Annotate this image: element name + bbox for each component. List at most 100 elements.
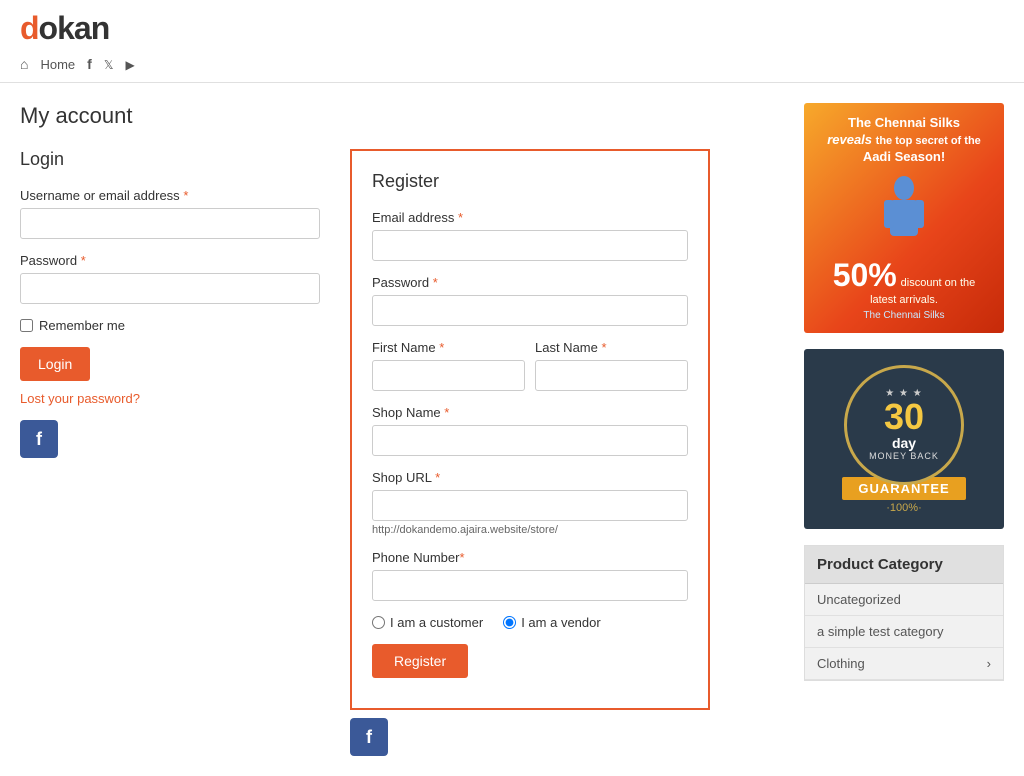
remember-me-checkbox[interactable]	[20, 319, 33, 332]
ad-title: The Chennai Silks reveals the top secret…	[827, 115, 981, 166]
phone-label: Phone Number*	[372, 550, 688, 565]
product-category-title: Product Category	[805, 546, 1003, 584]
category-uncategorized[interactable]: Uncategorized	[805, 584, 1003, 615]
list-item: Uncategorized	[805, 584, 1003, 616]
customer-radio[interactable]	[372, 616, 385, 629]
ad-person-svg	[874, 174, 934, 254]
register-password-label: Password *	[372, 275, 688, 290]
login-password-label: Password *	[20, 253, 320, 268]
username-label: Username or email address *	[20, 188, 320, 203]
shop-name-label: Shop Name *	[372, 405, 688, 420]
remember-me-label: Remember me	[39, 318, 125, 333]
last-name-input[interactable]	[535, 360, 688, 391]
login-column: Login Username or email address * Passwo…	[20, 149, 320, 756]
main-wrapper: My account Login Username or email addre…	[0, 83, 1024, 776]
logo-d: d	[20, 10, 39, 46]
account-columns: Login Username or email address * Passwo…	[20, 149, 784, 756]
shop-name-required: *	[444, 405, 449, 420]
badge-day-text: day	[892, 435, 916, 451]
email-required: *	[458, 210, 463, 225]
shop-url-input[interactable]	[372, 490, 688, 521]
register-facebook-button[interactable]: f	[350, 718, 388, 756]
shop-url-required: *	[435, 470, 440, 485]
product-category-box: Product Category Uncategorized a simple …	[804, 545, 1004, 681]
ad-discount: 50% discount on the	[827, 257, 981, 294]
register-button[interactable]: Register	[372, 644, 468, 678]
nav-youtube-link[interactable]	[126, 56, 135, 72]
product-category-list: Uncategorized a simple test category Clo…	[805, 584, 1003, 680]
category-simple-test[interactable]: a simple test category	[805, 616, 1003, 647]
shop-url-hint: http://dokandemo.ajaira.website/store/	[372, 524, 688, 536]
login-facebook-button[interactable]: f	[20, 420, 58, 458]
shop-url-group: Shop URL * http://dokandemo.ajaira.websi…	[372, 470, 688, 536]
last-name-required: *	[602, 340, 607, 355]
vendor-radio[interactable]	[503, 616, 516, 629]
login-section-title: Login	[20, 149, 320, 170]
username-group: Username or email address *	[20, 188, 320, 239]
site-header: dokan Home	[0, 0, 1024, 83]
ad-arrivals: latest arrivals.	[827, 294, 981, 306]
guarantee-box: ★ ★ ★ 30 day MONEY BACK GUARANTEE ·100%·	[804, 349, 1004, 529]
register-column: Register Email address * Password *	[350, 149, 710, 756]
badge-circle: ★ ★ ★ 30 day MONEY BACK	[844, 365, 964, 485]
first-name-label: First Name *	[372, 340, 525, 355]
vendor-label: I am a vendor	[521, 615, 601, 630]
youtube-icon	[126, 56, 135, 72]
content-area: My account Login Username or email addre…	[20, 103, 784, 756]
shop-name-input[interactable]	[372, 425, 688, 456]
name-fields-group: First Name * Last Name *	[372, 340, 688, 405]
email-group: Email address *	[372, 210, 688, 261]
sidebar: The Chennai Silks reveals the top secret…	[804, 103, 1004, 756]
shop-url-label: Shop URL *	[372, 470, 688, 485]
register-password-input[interactable]	[372, 295, 688, 326]
login-password-required: *	[81, 253, 86, 268]
username-input[interactable]	[20, 208, 320, 239]
ad-brand: The Chennai Silks	[827, 310, 981, 321]
ad-banner: The Chennai Silks reveals the top secret…	[804, 103, 1004, 333]
role-radio-group: I am a customer I am a vendor	[372, 615, 688, 630]
category-clothing[interactable]: Clothing ›	[805, 648, 1003, 679]
ad-banner-inner: The Chennai Silks reveals the top secret…	[817, 105, 991, 331]
first-name-input[interactable]	[372, 360, 525, 391]
nav-facebook-link[interactable]	[87, 56, 92, 72]
facebook-icon	[87, 56, 92, 72]
site-nav: Home	[20, 50, 1004, 82]
list-item: Clothing ›	[805, 648, 1003, 680]
guarantee-badge: ★ ★ ★ 30 day MONEY BACK GUARANTEE ·100%·	[842, 365, 965, 514]
customer-label: I am a customer	[390, 615, 483, 630]
register-password-required: *	[433, 275, 438, 290]
twitter-icon	[104, 56, 114, 72]
home-icon	[20, 56, 28, 72]
nav-twitter-link[interactable]	[104, 56, 114, 72]
register-fb-label: f	[366, 727, 372, 748]
lost-password-link[interactable]: Lost your password?	[20, 391, 320, 406]
ad-figure	[827, 174, 981, 257]
register-box: Register Email address * Password *	[350, 149, 710, 710]
nav-home-link[interactable]: Home	[40, 57, 75, 72]
shop-name-group: Shop Name *	[372, 405, 688, 456]
email-input[interactable]	[372, 230, 688, 261]
login-password-input[interactable]	[20, 273, 320, 304]
badge-days: 30	[884, 399, 924, 435]
phone-input[interactable]	[372, 570, 688, 601]
badge-percent: ·100%·	[886, 502, 921, 514]
logo-rest: okan	[39, 10, 110, 46]
first-name-required: *	[439, 340, 444, 355]
page-title: My account	[20, 103, 784, 129]
customer-radio-label[interactable]: I am a customer	[372, 615, 483, 630]
login-password-group: Password *	[20, 253, 320, 304]
register-password-group: Password *	[372, 275, 688, 326]
username-required: *	[183, 188, 188, 203]
phone-required: *	[459, 550, 464, 565]
phone-group: Phone Number*	[372, 550, 688, 601]
remember-me-group: Remember me	[20, 318, 320, 333]
register-section-title: Register	[372, 171, 688, 192]
last-name-label: Last Name *	[535, 340, 688, 355]
vendor-radio-label[interactable]: I am a vendor	[503, 615, 601, 630]
email-label: Email address *	[372, 210, 688, 225]
site-logo: dokan	[20, 12, 1004, 50]
login-button[interactable]: Login	[20, 347, 90, 381]
list-item: a simple test category	[805, 616, 1003, 648]
last-name-group: Last Name *	[535, 340, 688, 391]
login-fb-label: f	[36, 429, 42, 450]
